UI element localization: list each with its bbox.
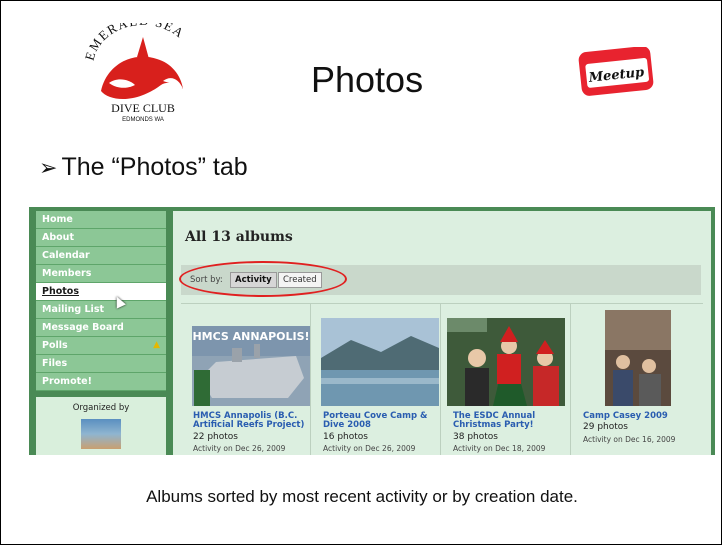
album-photo-count: 22 photos — [193, 432, 238, 442]
album-photo-count: 38 photos — [453, 432, 498, 442]
photos-page-screenshot: Home About Calendar Members Photos Maili… — [29, 207, 715, 455]
album-card[interactable]: The ESDC Annual Christmas Party! 38 phot… — [441, 304, 571, 455]
album-title-link[interactable]: Camp Casey 2009 — [583, 412, 701, 421]
album-title-link[interactable]: The ESDC Annual Christmas Party! — [453, 412, 571, 430]
warning-icon: ▲ — [153, 340, 160, 350]
svg-text:EMERALD SEA: EMERALD SEA — [82, 23, 188, 62]
album-thumbnail[interactable]: HMCS ANNAPOLIS! — [192, 326, 310, 406]
album-title-link[interactable]: HMCS Annapolis (B.C. Artificial Reefs Pr… — [193, 412, 311, 430]
meetup-logo: Meetup — [578, 47, 654, 96]
album-card[interactable]: HMCS ANNAPOLIS! HMCS Annapolis (B.C. Art… — [181, 304, 311, 455]
slide-caption: Albums sorted by most recent activity or… — [146, 487, 578, 506]
bullet-point: ➢ The “Photos” tab — [39, 153, 248, 182]
album-activity-date: Activity on Dec 26, 2009 — [193, 444, 286, 453]
sidebar-item-home[interactable]: Home — [36, 211, 166, 229]
slide-title: Photos — [311, 59, 424, 100]
sort-by-label: Sort by: — [190, 275, 223, 285]
organized-by-label: Organized by — [72, 403, 130, 413]
emerald-sea-logo: EMERALD SEA DIVE CLUB EDMONDS WA — [82, 23, 188, 123]
album-photo-count: 16 photos — [323, 432, 368, 442]
album-activity-date: Activity on Dec 16, 2009 — [583, 435, 676, 444]
logo-dive-club-text: DIVE CLUB — [111, 101, 175, 115]
sidebar-item-files[interactable]: Files — [36, 355, 166, 373]
album-activity-date: Activity on Dec 26, 2009 — [323, 444, 416, 453]
sidebar-item-message-board[interactable]: Message Board — [36, 319, 166, 337]
album-thumbnail[interactable] — [321, 318, 439, 406]
sidebar-nav: Home About Calendar Members Photos Maili… — [36, 211, 166, 455]
sort-activity-button[interactable]: Activity — [230, 272, 277, 288]
sidebar-item-mailing-list[interactable]: Mailing List — [36, 301, 166, 319]
album-grid: HMCS ANNAPOLIS! HMCS Annapolis (B.C. Art… — [181, 303, 703, 455]
sidebar-item-calendar[interactable]: Calendar — [36, 247, 166, 265]
slide: EMERALD SEA DIVE CLUB EDMONDS WA Photos … — [0, 0, 722, 545]
sidebar-item-members[interactable]: Members — [36, 265, 166, 283]
album-title-link[interactable]: Porteau Cove Camp & Dive 2008 — [323, 412, 441, 430]
logo-location-text: EDMONDS WA — [122, 117, 164, 123]
sort-bar: Sort by: Activity Created — [181, 265, 701, 295]
album-activity-date: Activity on Dec 18, 2009 — [453, 444, 546, 453]
albums-main: All 13 albums Sort by: Activity Created — [173, 211, 711, 455]
sidebar-item-about[interactable]: About — [36, 229, 166, 247]
sidebar-item-photos[interactable]: Photos — [36, 283, 166, 301]
sort-created-button[interactable]: Created — [278, 272, 322, 288]
album-card[interactable]: Camp Casey 2009 29 photos Activity on De… — [571, 304, 701, 455]
thumbnail-caption: HMCS ANNAPOLIS! — [192, 330, 309, 343]
sidebar-item-polls[interactable]: Polls ▲ — [36, 337, 166, 355]
bullet-text: The “Photos” tab — [61, 153, 248, 181]
organizer-avatar[interactable] — [81, 419, 121, 449]
album-thumbnail[interactable] — [605, 310, 671, 406]
sidebar-item-promote[interactable]: Promote! — [36, 373, 166, 391]
arrow-bullet-icon: ➢ — [39, 155, 58, 180]
album-thumbnail[interactable] — [447, 318, 565, 406]
album-photo-count: 29 photos — [583, 422, 628, 432]
organizer-box: Organized by — [36, 397, 166, 455]
logo-arc-text: EMERALD SEA — [82, 23, 186, 62]
album-card[interactable]: Porteau Cove Camp & Dive 2008 16 photos … — [311, 304, 441, 455]
albums-heading: All 13 albums — [185, 229, 293, 245]
